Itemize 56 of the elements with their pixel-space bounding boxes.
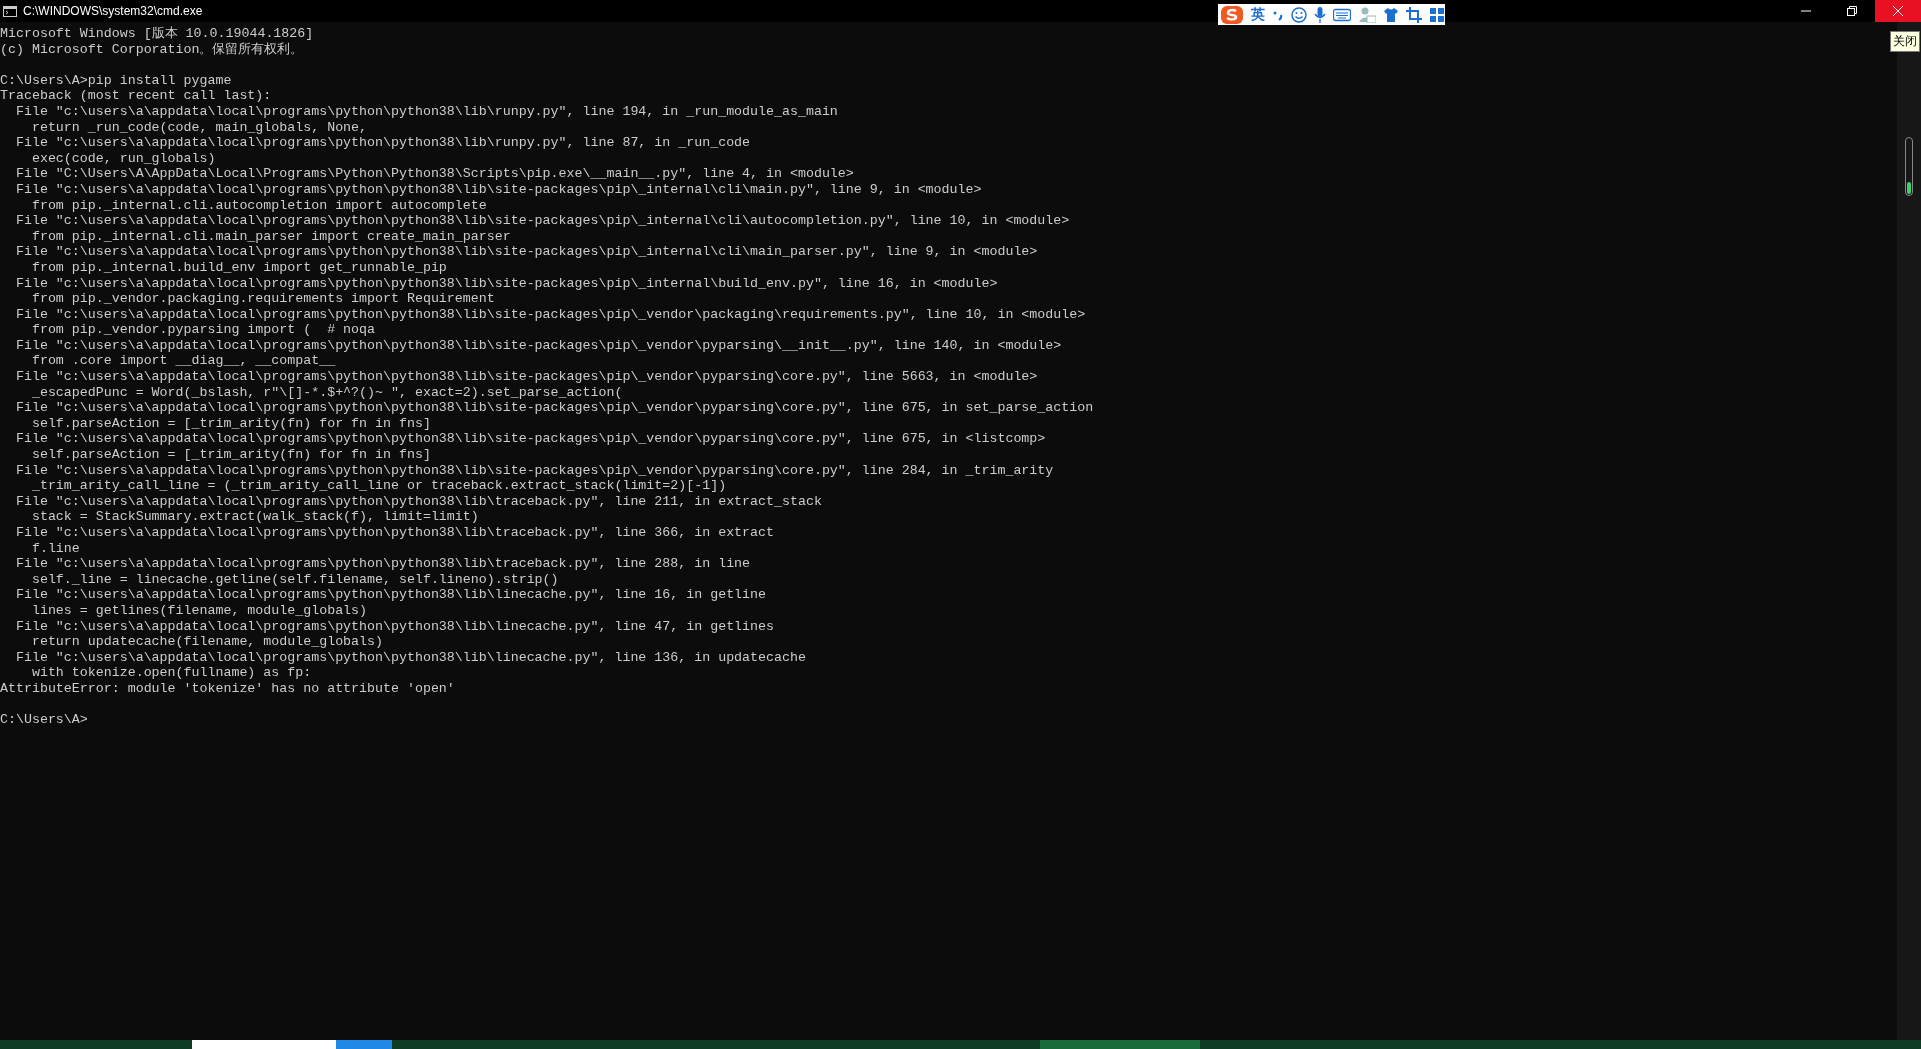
console-line: Traceback (most recent call last): xyxy=(0,88,272,104)
console-line: with tokenize.open(fullname) as fp: xyxy=(30,665,312,681)
console-line: from pip._vendor.packaging.requirements import Requirement xyxy=(30,291,495,307)
smiley-icon[interactable] xyxy=(1291,6,1307,23)
console-line: File "c:\users\a\appdata\local\programs\python\python38\lib\site-packages\pip\_vendor\pyparsing\core.py", line 675, in set_parse_action xyxy=(14,400,1094,416)
console-line: _trim_arity_call_line = (_trim_arity_call_line or traceback.extract_stack(limit=2)[-1]) xyxy=(30,478,727,494)
window-title: C:\WINDOWS\system32\cmd.exe xyxy=(23,4,203,18)
close-icon xyxy=(1893,6,1903,16)
console-line: File "c:\users\a\appdata\local\programs\python\python38\lib\site-packages\pip\_internal\build_env.py", line 16, in <module> xyxy=(14,275,998,292)
grid-icon[interactable] xyxy=(1429,6,1445,23)
restore-icon xyxy=(1847,6,1857,16)
console-line: C:\Users\A> xyxy=(0,712,88,728)
console-line: stack = StackSummary.extract(walk_stack(f), limit=limit) xyxy=(30,509,479,525)
keyboard-icon[interactable] xyxy=(1333,7,1351,22)
console-line: File "c:\users\a\appdata\local\programs\python\python38\lib\site-packages\pip\_vendor\pyparsing\core.py", line 5663, in <module> xyxy=(14,369,1038,385)
console-line: from pip._internal.cli.autocompletion import autocomplete xyxy=(30,197,487,214)
console-line: File "c:\users\a\appdata\local\programs\python\python38\lib\traceback.py", line 366, in extract xyxy=(14,525,774,541)
console-line: File "c:\users\a\appdata\local\programs\python\python38\lib\site-packages\pip\_vendor\pyparsing\__init__.py", line 140, in <module> xyxy=(14,337,1062,354)
ime-logo-icon[interactable] xyxy=(1220,4,1244,25)
console-line: from .core import __diag__, __compat__ xyxy=(30,353,336,370)
console-line: Microsoft Windows [版本 10.0.19044.1826] xyxy=(0,26,314,42)
console-line: from pip._internal.build_env import get_runnable_pip xyxy=(30,259,447,276)
console-line: File "c:\users\a\appdata\local\programs\python\python38\lib\site-packages\pip\_vendor\packaging\requirements.py", line 10, in <module> xyxy=(14,306,1086,323)
console-line: f.line xyxy=(30,540,80,557)
console-line: _escapedPunc = Word(_bslash, r"\[]-*.$+^?()~ ", exact=2).set_parse_action( xyxy=(30,384,623,401)
console-line: self.parseAction = [_trim_arity(fn) for fn in fns] xyxy=(30,415,431,432)
microphone-icon[interactable] xyxy=(1314,6,1326,23)
tooltip: 关闭 xyxy=(1890,31,1920,52)
console-line: File "c:\users\a\appdata\local\programs\python\python38\lib\site-packages\pip\_internal\cli\main_parser.py", line 9, in <module> xyxy=(14,244,1038,260)
shirt-icon[interactable] xyxy=(1383,6,1399,23)
console-line: File "c:\users\a\appdata\local\programs\python\python38\lib\traceback.py", line 288, in line xyxy=(14,556,751,572)
console-line: File "c:\users\a\appdata\local\programs\python\python38\lib\site-packages\pip\_vendor\pyparsing\core.py", line 284, in _trim_arity xyxy=(14,462,1054,479)
console-line: AttributeError: module 'tokenize' has no attribute 'open' xyxy=(0,680,455,697)
console-line: File "c:\users\a\appdata\local\programs\python\python38\lib\linecache.py", line 136, in updatecache xyxy=(14,649,806,666)
console-line: return updatecache(filename, module_globals) xyxy=(30,634,383,650)
console-line: exec(code, run_globals) xyxy=(30,150,216,167)
console-line: lines = getlines(filename, module_globals) xyxy=(30,602,368,619)
console-line: (c) Microsoft Corporation。保留所有权利。 xyxy=(0,41,304,58)
console-line: C:\Users\A>pip install pygame xyxy=(0,72,232,89)
crop-icon[interactable] xyxy=(1406,6,1422,23)
console-line: File "c:\users\a\appdata\local\programs\python\python38\lib\site-packages\pip\_internal\cli\main.py", line 9, in <module> xyxy=(14,181,982,198)
console-line: File "c:\users\a\appdata\local\programs\python\python38\lib\linecache.py", line 16, in getline xyxy=(14,587,767,603)
console-line: from pip._internal.cli.main_parser import create_main_parser xyxy=(30,228,511,245)
console-line: File "c:\users\a\appdata\local\programs\python\python38\lib\runpy.py", line 194, in _run_module_as_main xyxy=(14,103,838,120)
console-line: File "c:\users\a\appdata\local\programs\python\python38\lib\traceback.py", line 211, in extract_stack xyxy=(14,493,822,510)
console-line: self._line = linecache.getline(self.filename, self.lineno).strip() xyxy=(30,571,559,588)
console-line: return _run_code(code, main_globals, None, xyxy=(30,119,368,136)
console-line: self.parseAction = [_trim_arity(fn) for fn in fns] xyxy=(30,447,431,463)
console-line: File "c:\users\a\appdata\local\programs\python\python38\lib\linecache.py", line 47, in getlines xyxy=(14,618,774,635)
console-line: File "C:\Users\A\AppData\Local\Programs\Python\Python38\Scripts\pip.exe\__main__.py", line 4, in <module> xyxy=(14,166,854,182)
console-line: File "c:\users\a\appdata\local\programs\python\python38\lib\runpy.py", line 87, in _run_code xyxy=(14,135,751,151)
input-mode[interactable]: 英 xyxy=(1251,5,1265,24)
console-line: File "c:\users\a\appdata\local\programs\python\python38\lib\site-packages\pip\_internal\cli\autocompletion.py", line 10, in <module> xyxy=(14,213,1070,229)
console-line: from pip._vendor.pyparsing import ( # noqa xyxy=(30,322,376,338)
console-icon xyxy=(3,5,17,17)
console-line: File "c:\users\a\appdata\local\programs\python\python38\lib\site-packages\pip\_vendor\pyparsing\core.py", line 675, in <listcomp> xyxy=(14,431,1046,448)
